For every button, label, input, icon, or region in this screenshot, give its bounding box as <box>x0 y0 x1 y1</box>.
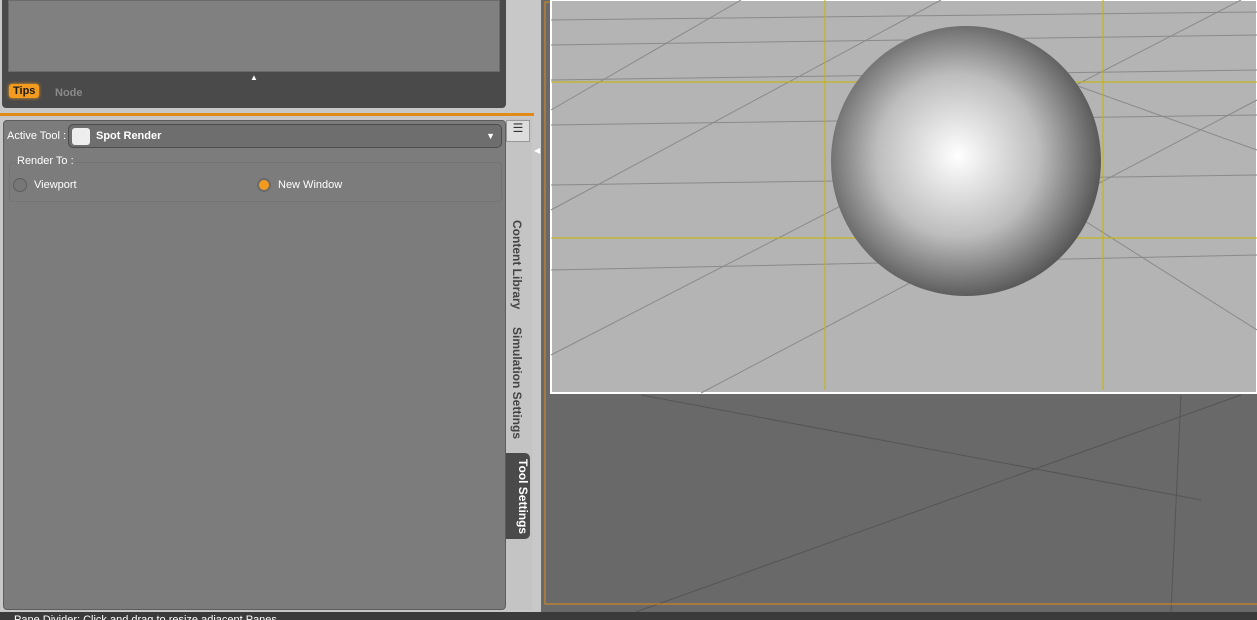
collapse-left-icon[interactable]: ◀ <box>534 146 540 155</box>
chevron-down-icon: ▼ <box>486 131 495 141</box>
tab-tool-settings[interactable]: Tool Settings <box>506 453 530 539</box>
active-tool-label: Active Tool : <box>7 130 67 142</box>
active-tool-select[interactable]: Spot Render ▼ <box>68 124 502 148</box>
pane-menu-icon[interactable]: ☰ <box>506 120 530 142</box>
viewport[interactable] <box>541 0 1257 613</box>
render-to-group <box>9 162 502 202</box>
sphere-object[interactable] <box>831 26 1101 296</box>
viewport-scene[interactable] <box>541 0 1257 613</box>
radio-new-window[interactable] <box>257 178 271 192</box>
active-tool-value: Spot Render <box>96 130 162 142</box>
radio-viewport[interactable] <box>13 178 27 192</box>
radio-new-window-label[interactable]: New Window <box>278 179 342 191</box>
pane-separator[interactable]: ◀ <box>534 0 540 612</box>
tab-tips[interactable]: Tips <box>9 84 40 98</box>
collapse-arrow-icon[interactable]: ▲ <box>250 73 258 82</box>
status-bar: Pane Divider: Click and drag to resize a… <box>0 612 1257 620</box>
tab-content-library[interactable]: Content Library <box>510 220 524 309</box>
tab-node[interactable]: Node <box>55 87 83 99</box>
radio-viewport-label[interactable]: Viewport <box>34 179 77 191</box>
tab-simulation-settings[interactable]: Simulation Settings <box>510 327 524 439</box>
camera-icon <box>72 128 90 145</box>
render-to-label: Render To : <box>16 155 75 167</box>
pane-divider[interactable] <box>0 113 540 116</box>
tips-content-area <box>8 0 500 72</box>
